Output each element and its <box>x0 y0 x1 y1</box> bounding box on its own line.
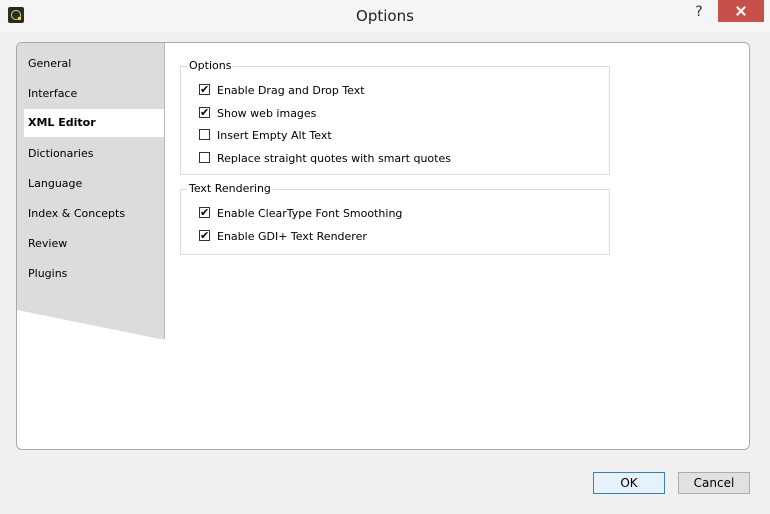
sidebar-item-index-concepts[interactable]: Index & Concepts <box>28 204 125 224</box>
checkbox[interactable] <box>199 82 210 98</box>
checkbox[interactable] <box>199 205 210 221</box>
sidebar-item-language[interactable]: Language <box>28 174 82 194</box>
checkbox[interactable] <box>199 105 210 121</box>
cancel-button[interactable]: Cancel <box>678 472 750 494</box>
sidebar-item-xml-editor[interactable]: XML Editor <box>24 109 164 137</box>
options-group: Options Enable Drag and Drop Text Show w… <box>180 59 610 175</box>
checkbox[interactable] <box>199 129 210 140</box>
ok-button[interactable]: OK <box>593 472 665 494</box>
sidebar-item-review[interactable]: Review <box>28 234 67 254</box>
title-bar[interactable]: Options ? <box>0 0 770 32</box>
help-button[interactable]: ? <box>686 0 712 24</box>
checkbox[interactable] <box>199 152 210 163</box>
sidebar-item-interface[interactable]: Interface <box>28 84 77 104</box>
window-title: Options <box>356 7 414 25</box>
text-rendering-group: Text Rendering Enable ClearType Font Smo… <box>180 182 610 255</box>
sidebar-item-plugins[interactable]: Plugins <box>28 264 67 284</box>
checkbox[interactable] <box>199 228 210 244</box>
text-rendering-group-title: Text Rendering <box>187 182 273 195</box>
close-icon[interactable] <box>718 0 764 22</box>
sidebar-item-general[interactable]: General <box>28 54 71 74</box>
options-group-title: Options <box>187 59 234 72</box>
sidebar-item-dictionaries[interactable]: Dictionaries <box>28 144 93 164</box>
